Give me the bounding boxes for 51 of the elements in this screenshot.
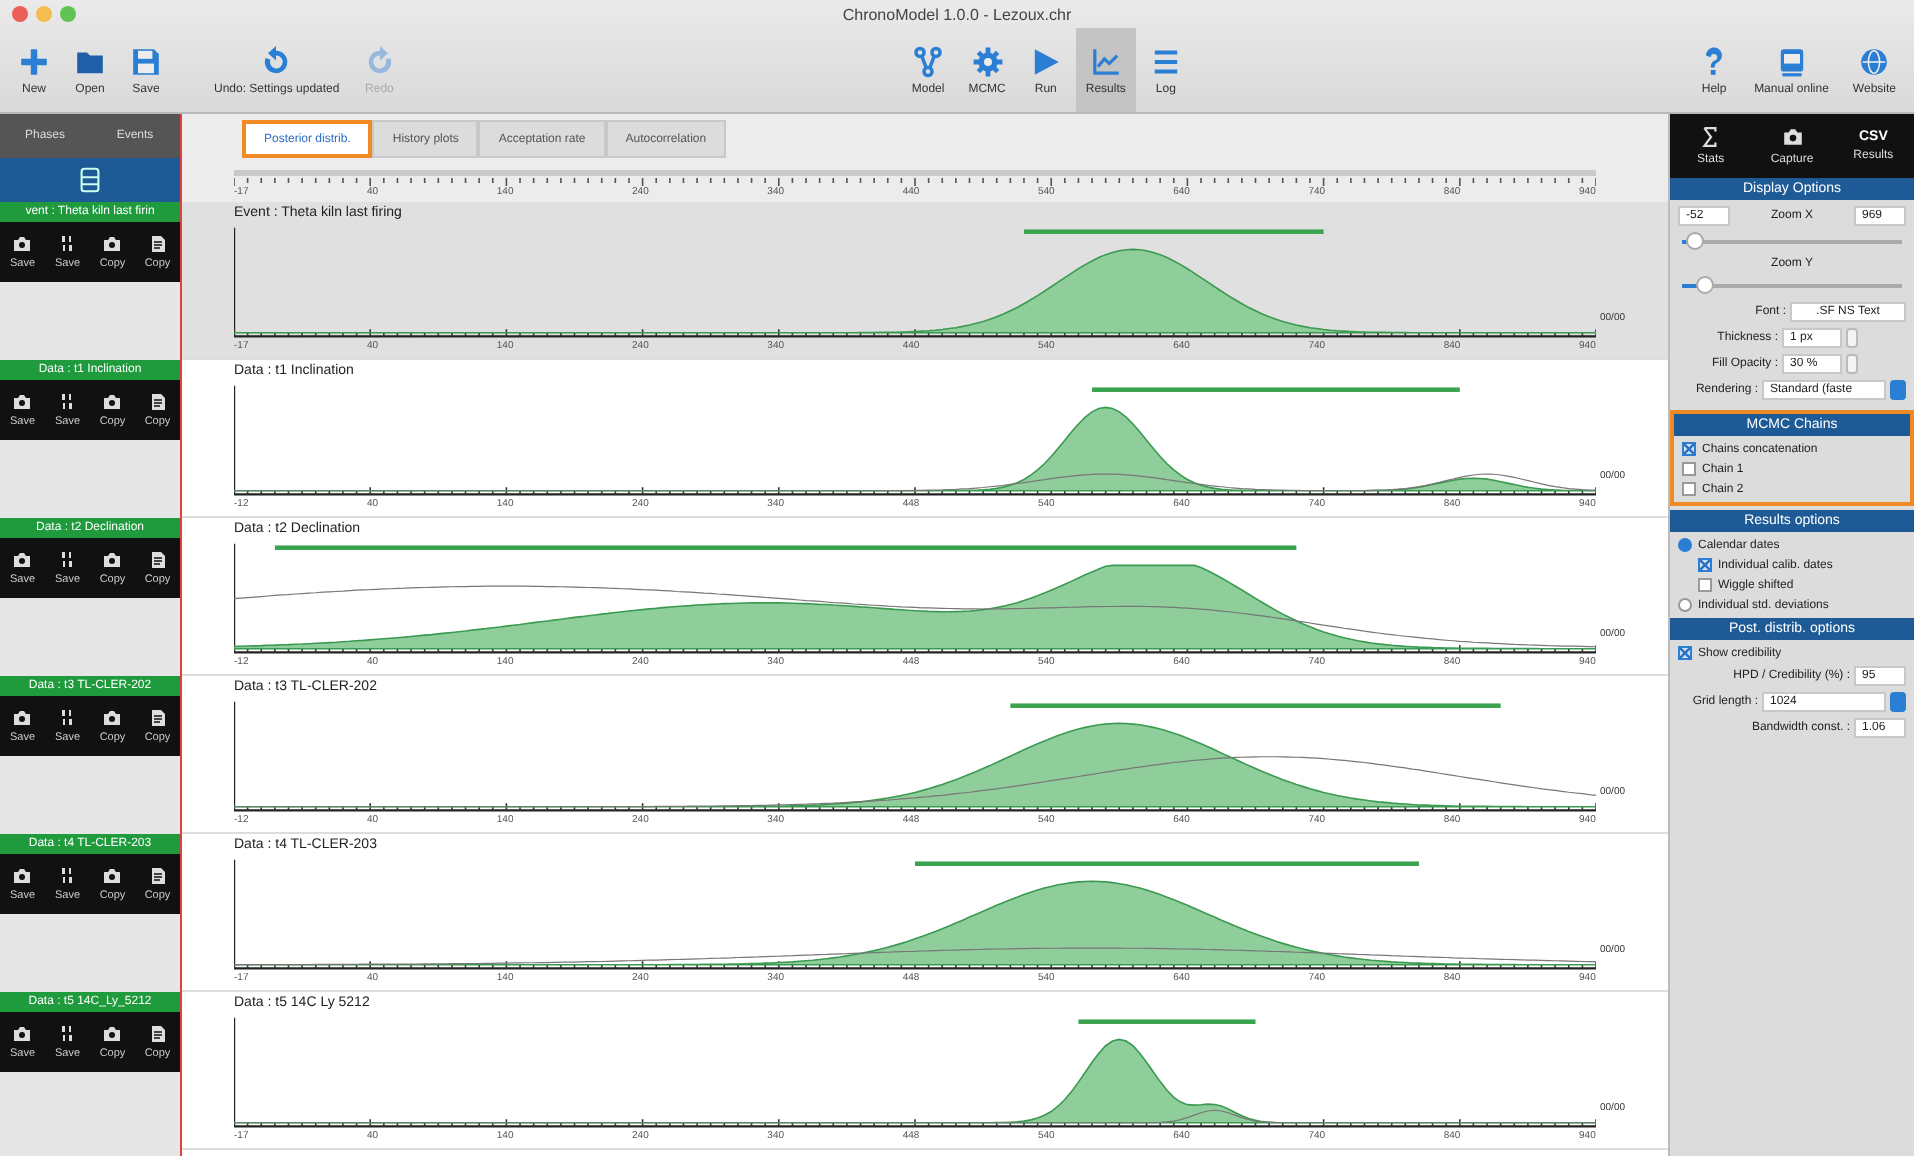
checkbox[interactable] (1678, 646, 1692, 660)
window-title: ChronoModel 1.0.0 - Lezoux.chr (842, 5, 1072, 23)
list-icon (1149, 45, 1182, 77)
plus-icon (18, 45, 50, 77)
redo-icon (363, 45, 396, 77)
binary-icon (57, 866, 78, 886)
camera-icon (12, 234, 33, 254)
checkbox[interactable] (1682, 482, 1696, 496)
text-file-icon (147, 234, 168, 254)
checkbox[interactable] (1682, 462, 1696, 476)
text-file-icon (147, 708, 168, 728)
text-file-icon (147, 1024, 168, 1044)
camera-icon (102, 708, 123, 728)
dropdown-button[interactable] (1890, 692, 1906, 712)
binary-icon (57, 234, 78, 254)
camera-icon (12, 392, 33, 412)
dropdown-button[interactable] (1890, 380, 1906, 400)
undo-icon (260, 45, 293, 77)
camera-icon (12, 1024, 33, 1044)
checkbox[interactable] (1698, 578, 1712, 592)
camera-icon (12, 550, 33, 570)
sigma-icon (1699, 126, 1722, 148)
camera-icon (102, 234, 123, 254)
binary-icon (57, 1024, 78, 1044)
text-file-icon (147, 392, 168, 412)
camera-icon (102, 866, 123, 886)
zoom-ruler[interactable] (234, 170, 1596, 186)
radio-button[interactable] (1678, 598, 1692, 612)
slider-thumb[interactable] (1696, 276, 1714, 294)
binary-icon (57, 550, 78, 570)
camera-icon (102, 1024, 123, 1044)
document-stack-icon (76, 166, 104, 194)
camera-icon (1781, 126, 1803, 148)
camera-icon (12, 708, 33, 728)
nodes-icon (912, 45, 945, 77)
slider-thumb[interactable] (1685, 232, 1703, 250)
gear-icon (971, 45, 1004, 77)
binary-icon (57, 708, 78, 728)
chart-icon (1089, 45, 1122, 77)
monitor-icon (1775, 45, 1808, 77)
checkbox[interactable] (1698, 558, 1712, 572)
text-file-icon (147, 550, 168, 570)
radio-button[interactable] (1678, 538, 1692, 552)
binary-icon (57, 392, 78, 412)
camera-icon (12, 866, 33, 886)
play-icon (1029, 45, 1062, 77)
globe-icon (1858, 45, 1891, 77)
text-file-icon (147, 866, 168, 886)
camera-icon (102, 550, 123, 570)
camera-icon (102, 392, 123, 412)
checkbox[interactable] (1682, 442, 1696, 456)
